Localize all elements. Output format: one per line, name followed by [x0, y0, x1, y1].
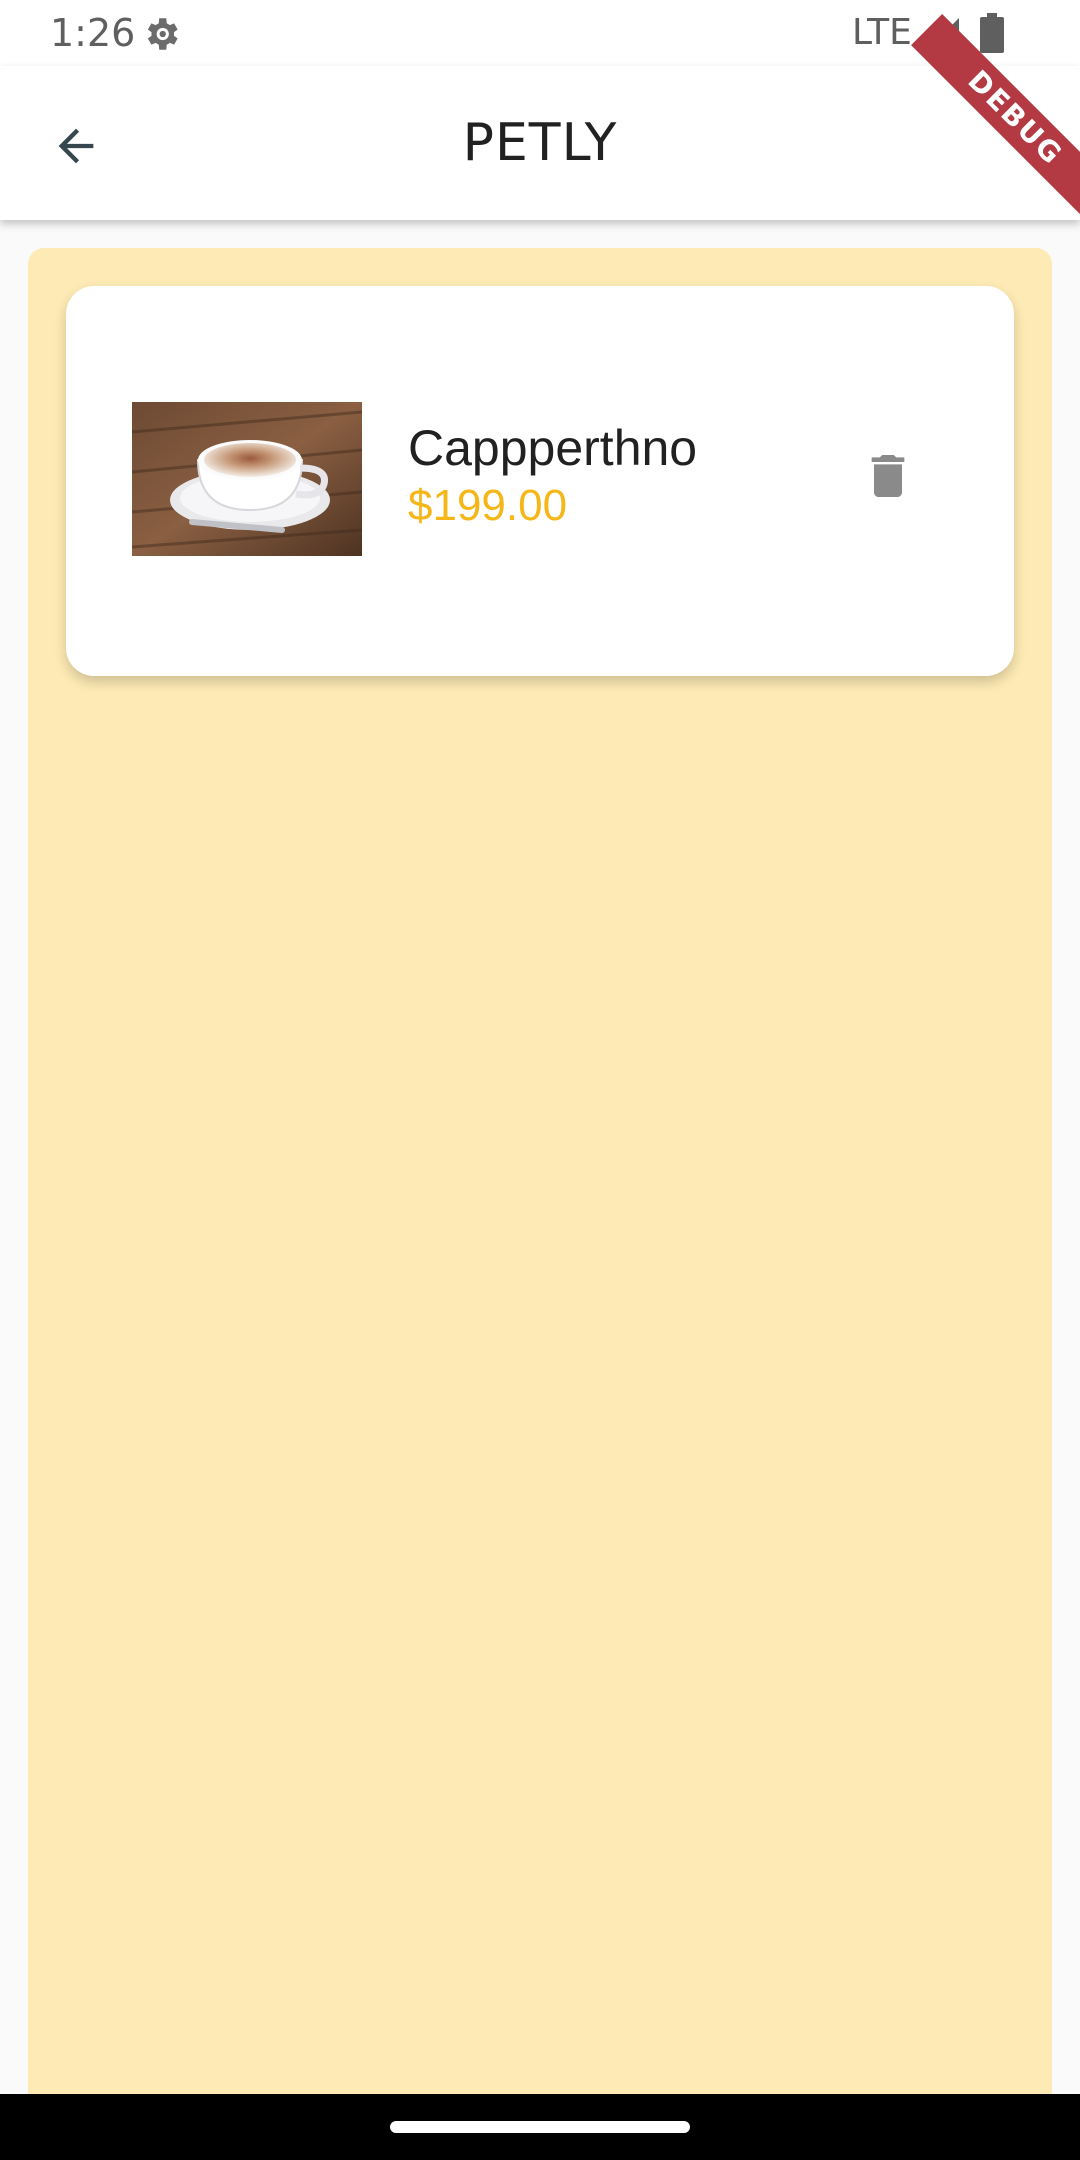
item-name: Cappperthno	[408, 420, 698, 476]
status-bar: 1:26 LTE	[0, 0, 1080, 66]
arrow-back-icon	[58, 128, 94, 164]
gear-icon	[147, 18, 178, 50]
network-type: LTE	[852, 12, 912, 53]
item-price: $199.00	[408, 481, 568, 530]
delete-button[interactable]	[848, 436, 928, 516]
coffee-cup-image	[132, 402, 362, 556]
back-button[interactable]	[40, 110, 112, 182]
page-title: PETLY	[462, 113, 618, 173]
trash-icon	[871, 455, 905, 497]
cart-item-card[interactable]: Cappperthno $199.00	[66, 286, 1014, 676]
app-bar: PETLY	[0, 66, 1080, 220]
home-indicator[interactable]	[390, 2121, 690, 2133]
system-nav-bar	[0, 2094, 1080, 2160]
status-time: 1:26	[50, 11, 136, 55]
screen: 1:26 LTE PETLY DEBUG Cappperthno $199.00	[0, 0, 1080, 2160]
battery-icon	[980, 13, 1004, 53]
cart-panel: Cappperthno $199.00	[28, 248, 1052, 2148]
